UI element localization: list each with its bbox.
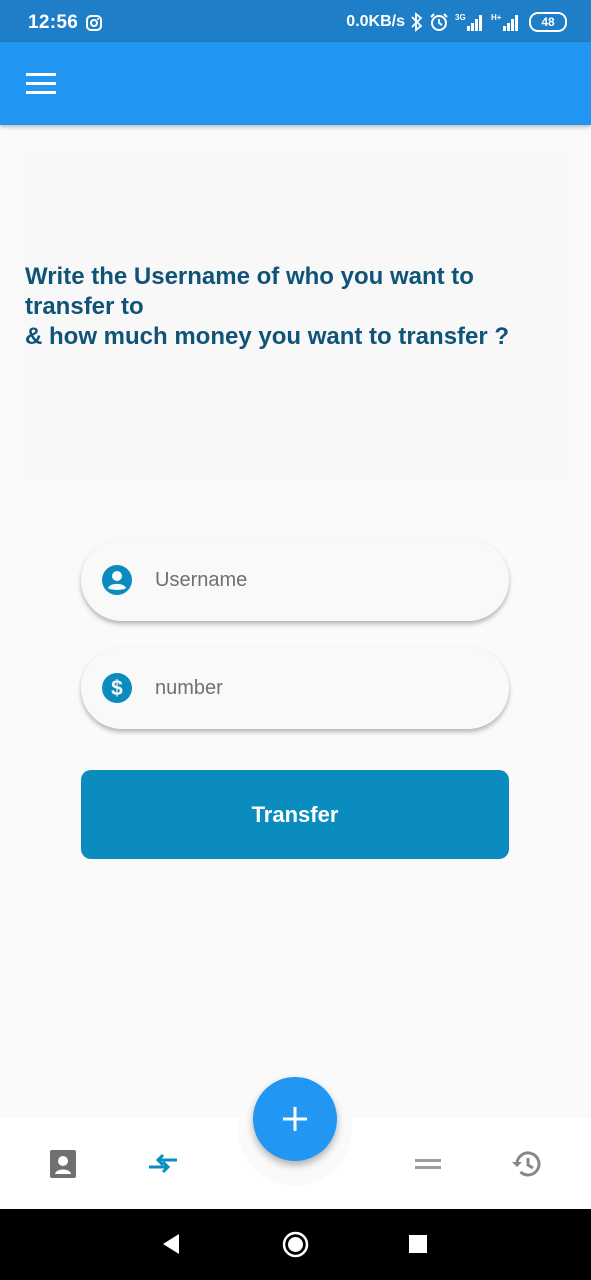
dollar-circle-icon: $ <box>102 673 132 703</box>
status-time: 12:56 <box>28 12 79 33</box>
prompt-card: Write the Username of who you want to tr… <box>24 150 567 480</box>
username-input[interactable] <box>153 559 487 601</box>
status-indicators: 0.0KB/s 3G H+ 48 <box>346 10 567 34</box>
svg-text:H+: H+ <box>491 13 502 22</box>
equals-icon[interactable] <box>412 1148 444 1180</box>
history-icon[interactable] <box>511 1148 543 1180</box>
amount-input[interactable] <box>153 667 487 709</box>
status-bar: 12:56 0.0KB/s 3G H+ 48 <box>0 0 591 42</box>
bluetooth-icon <box>411 12 423 32</box>
transfer-arrows-icon[interactable] <box>147 1148 179 1180</box>
signal-hplus-icon: H+ <box>491 13 518 31</box>
svg-text:$: $ <box>111 677 123 700</box>
back-icon[interactable] <box>160 1232 182 1256</box>
account-circle-icon <box>102 565 132 595</box>
prompt-text: Write the Username of who you want to tr… <box>25 263 510 350</box>
svg-text:3G: 3G <box>455 13 466 22</box>
recents-icon[interactable] <box>408 1234 428 1254</box>
net-speed: 0.0KB/s <box>346 13 405 30</box>
instagram-icon <box>86 15 102 31</box>
app-bar <box>0 42 591 125</box>
hamburger-menu-icon[interactable] <box>26 72 58 96</box>
home-icon[interactable] <box>282 1231 309 1258</box>
transfer-button[interactable]: Transfer <box>81 770 509 859</box>
contact-card-icon[interactable] <box>47 1148 79 1180</box>
system-nav-bar <box>0 1209 591 1280</box>
alarm-icon <box>430 13 448 31</box>
add-fab-button[interactable] <box>253 1077 337 1161</box>
signal-3g-icon: 3G <box>455 13 482 31</box>
username-field[interactable] <box>81 539 509 621</box>
battery-indicator: 48 <box>529 12 567 32</box>
plus-icon <box>283 1107 307 1131</box>
amount-field[interactable]: $ <box>81 647 509 729</box>
